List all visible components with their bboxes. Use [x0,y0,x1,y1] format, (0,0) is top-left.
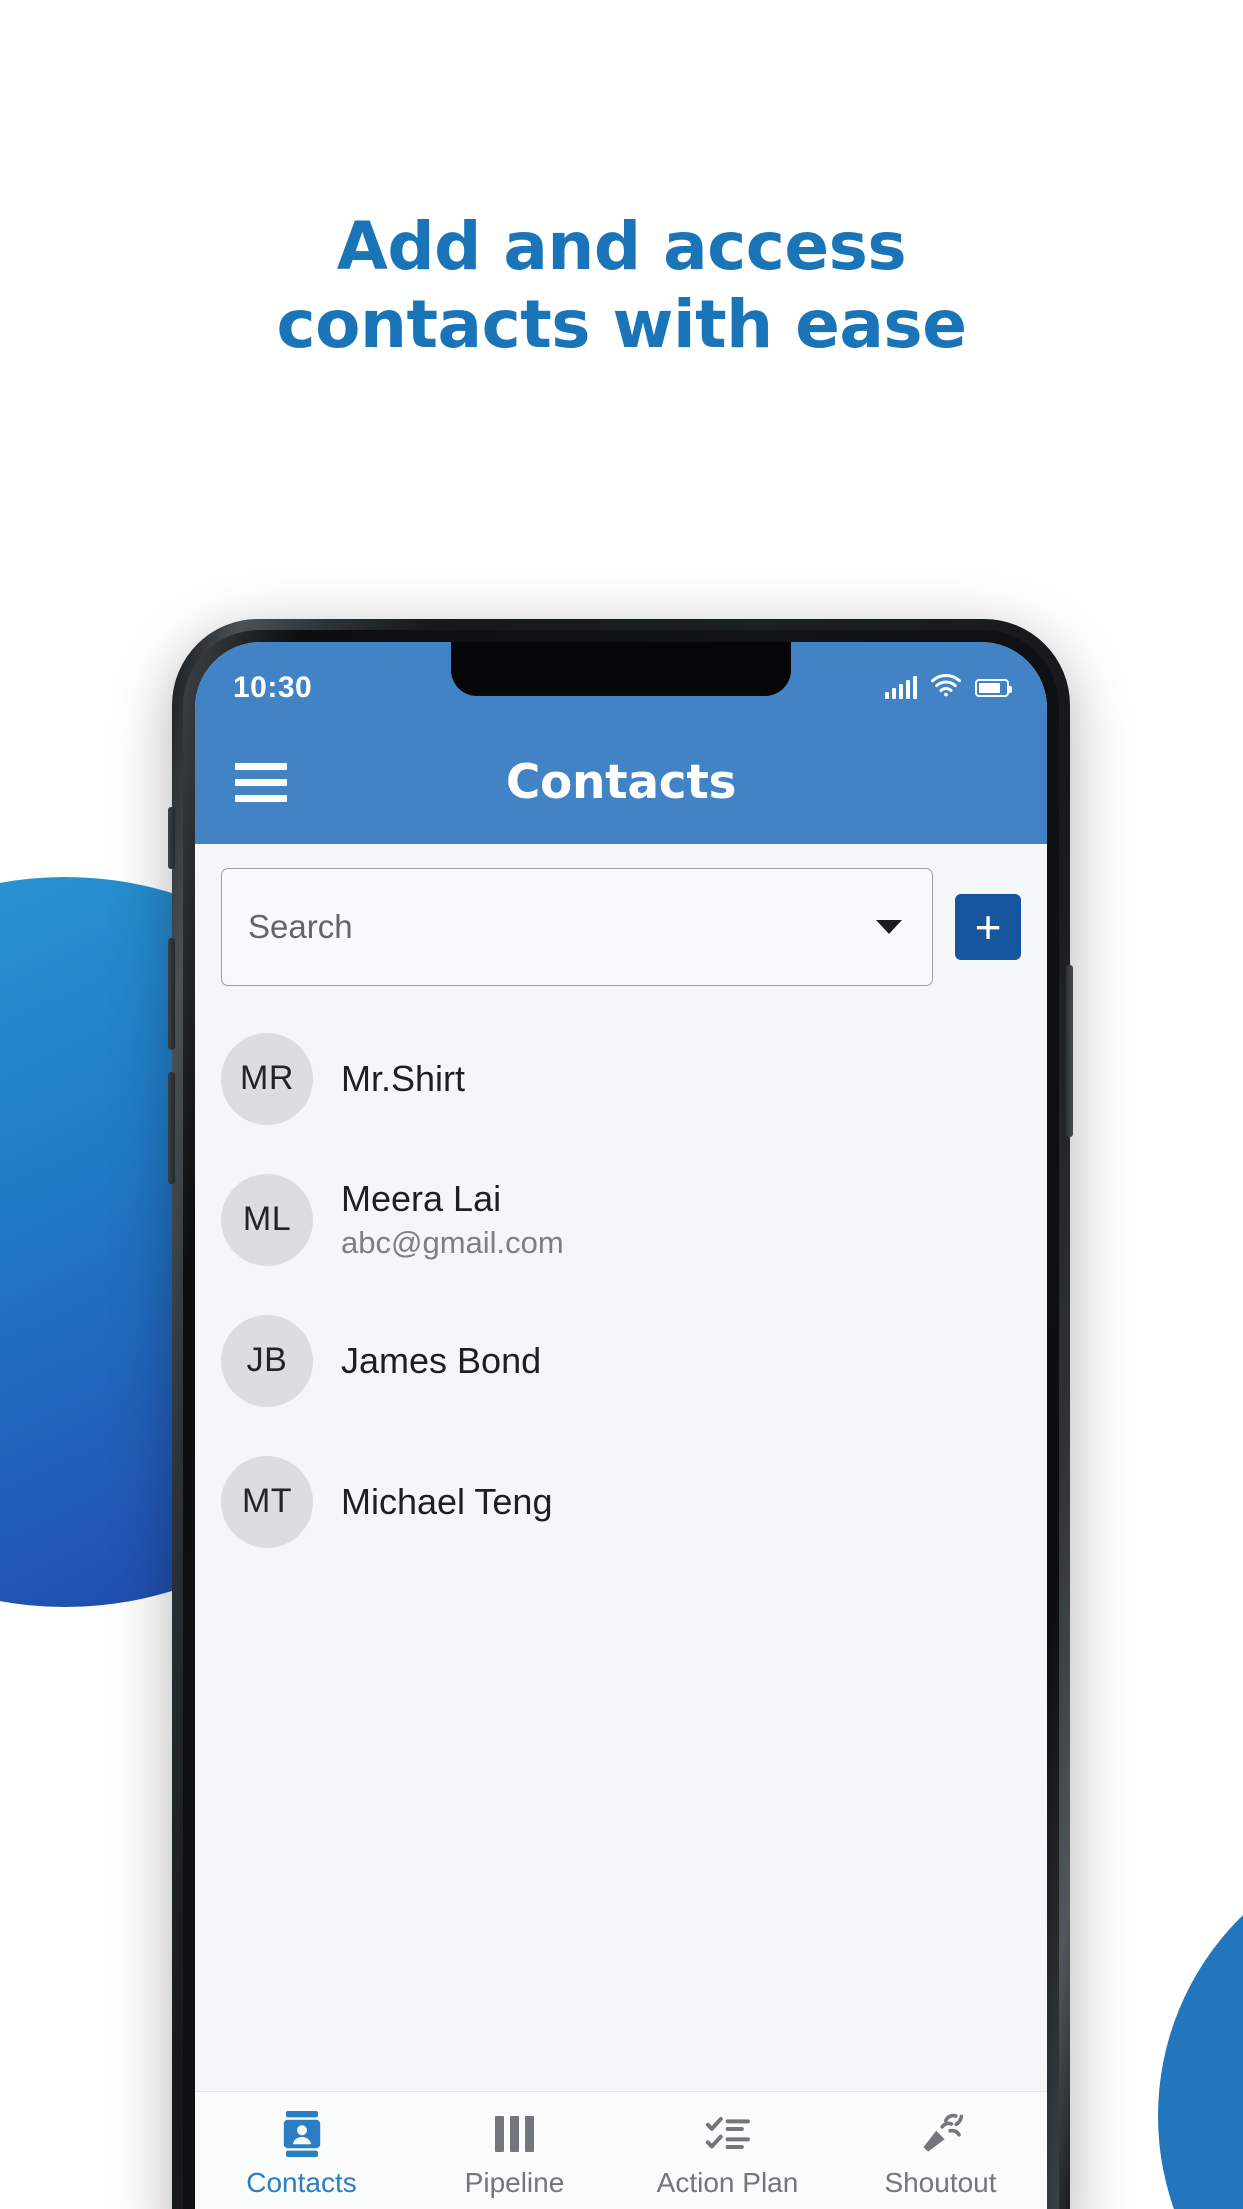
avatar: ML [221,1173,313,1266]
contact-list-item[interactable]: ML Meera Lai abc@gmail.com [221,1149,1047,1290]
contacts-list[interactable]: MR Mr.Shirt ML Meera Lai abc@gmail.com JB Jame… [195,1008,1047,1596]
search-input[interactable]: Search [221,868,933,986]
nav-item-label: Contacts [246,2167,357,2198]
status-time: 10:30 [233,671,313,704]
nav-item-shoutout[interactable]: Shoutout [834,2110,1047,2199]
nav-item-pipeline[interactable]: Pipeline [408,2110,621,2199]
avatar: JB [221,1314,313,1407]
nav-item-label: Pipeline [464,2167,565,2198]
contact-name: James Bond [341,1339,542,1381]
headline-line-1: Add and access [336,208,907,285]
status-icons [885,660,1012,702]
volume-up-button[interactable] [168,938,175,1050]
app-bar-title: Contacts [505,754,737,810]
contact-list-item[interactable]: JTJohnny TanJonny@gmail.com [221,1572,1047,1596]
contact-card-icon [282,2110,322,2158]
hamburger-menu-icon[interactable] [235,762,287,802]
nav-item-contacts[interactable]: Contacts [195,2110,408,2199]
wifi-icon [931,673,961,702]
phone-notch [451,642,791,696]
power-button[interactable] [1066,965,1073,1137]
phone-screen: 10:30 Contacts Search + MR Mr.Shirt ML M… [195,642,1047,2209]
page-title: Add and access contacts with ease [0,208,1243,364]
contact-list-item[interactable]: MR Mr.Shirt [221,1008,1047,1149]
avatar: MT [221,1455,313,1548]
add-contact-button[interactable]: + [955,894,1021,960]
contact-info: James Bond [341,1340,541,1382]
contact-list-item[interactable]: MT Michael Teng [221,1431,1047,1572]
volume-down-button[interactable] [168,1072,175,1184]
contact-name: Mr.Shirt [341,1057,466,1099]
avatar: MR [221,1032,313,1125]
checklist-icon [705,2110,751,2158]
chevron-down-icon[interactable] [876,920,902,934]
megaphone-icon [919,2110,963,2158]
nav-item-label: Action Plan [656,2167,799,2198]
search-row: Search + [195,844,1047,1008]
bottom-navigation[interactable]: Contacts Pipeline Action Plan Shoutout [195,2091,1047,2209]
contact-list-item[interactable]: JB James Bond [221,1290,1047,1431]
decorative-circle-right [1158,1836,1243,2209]
search-placeholder: Search [248,908,353,945]
phone-mockup: 10:30 Contacts Search + MR Mr.Shirt ML M… [172,619,1070,2209]
contact-name: Michael Teng [341,1480,553,1522]
contact-info: Meera Lai abc@gmail.com [341,1178,564,1261]
status-bar: 10:30 [195,642,1047,720]
nav-item-label: Shoutout [884,2167,997,2198]
mute-switch[interactable] [168,807,175,869]
app-bar: Contacts [195,720,1047,844]
promo-screenshot: Add and access contacts with ease 10:30 [0,0,1243,2209]
headline-line-2: contacts with ease [276,285,967,363]
pipeline-bars-icon [495,2110,534,2158]
battery-icon [975,679,1012,697]
contact-name: Meera Lai [341,1178,502,1219]
contact-email: abc@gmail.com [341,1225,564,1260]
signal-bars-icon [885,676,917,699]
contact-info: Mr.Shirt [341,1058,465,1100]
nav-item-action-plan[interactable]: Action Plan [621,2110,834,2199]
contact-info: Michael Teng [341,1481,552,1523]
